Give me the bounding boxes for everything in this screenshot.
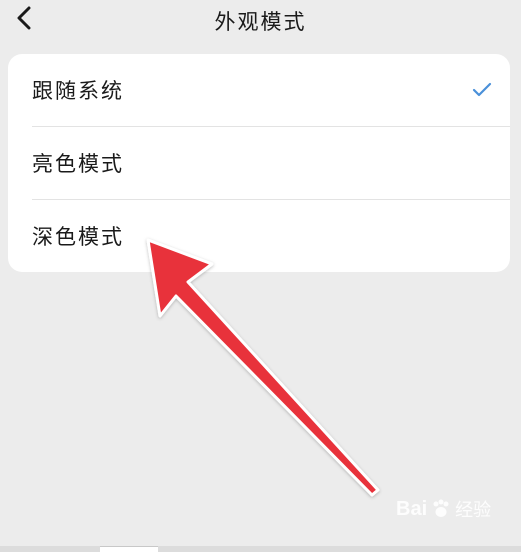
baidu-watermark: Bai 经验: [396, 496, 491, 522]
watermark-text: Bai: [396, 497, 428, 520]
option-light-mode[interactable]: 亮色模式: [8, 127, 510, 199]
bottom-segment: [100, 546, 158, 552]
option-follow-system[interactable]: 跟随系统: [8, 54, 510, 126]
bottom-strip: [0, 546, 521, 552]
page-title: 外观模式: [214, 10, 307, 34]
app-header: 外观模式: [0, 0, 521, 38]
appearance-options-card: 跟随系统 亮色模式 深色模式: [8, 54, 510, 272]
option-label: 跟随系统: [32, 79, 124, 103]
baidu-paw-icon: [433, 499, 449, 517]
checkmark-icon: [472, 82, 492, 97]
option-label: 深色模式: [32, 225, 124, 249]
watermark-subtext: 经验: [455, 500, 492, 521]
option-label: 亮色模式: [32, 152, 124, 176]
option-dark-mode[interactable]: 深色模式: [8, 200, 510, 272]
